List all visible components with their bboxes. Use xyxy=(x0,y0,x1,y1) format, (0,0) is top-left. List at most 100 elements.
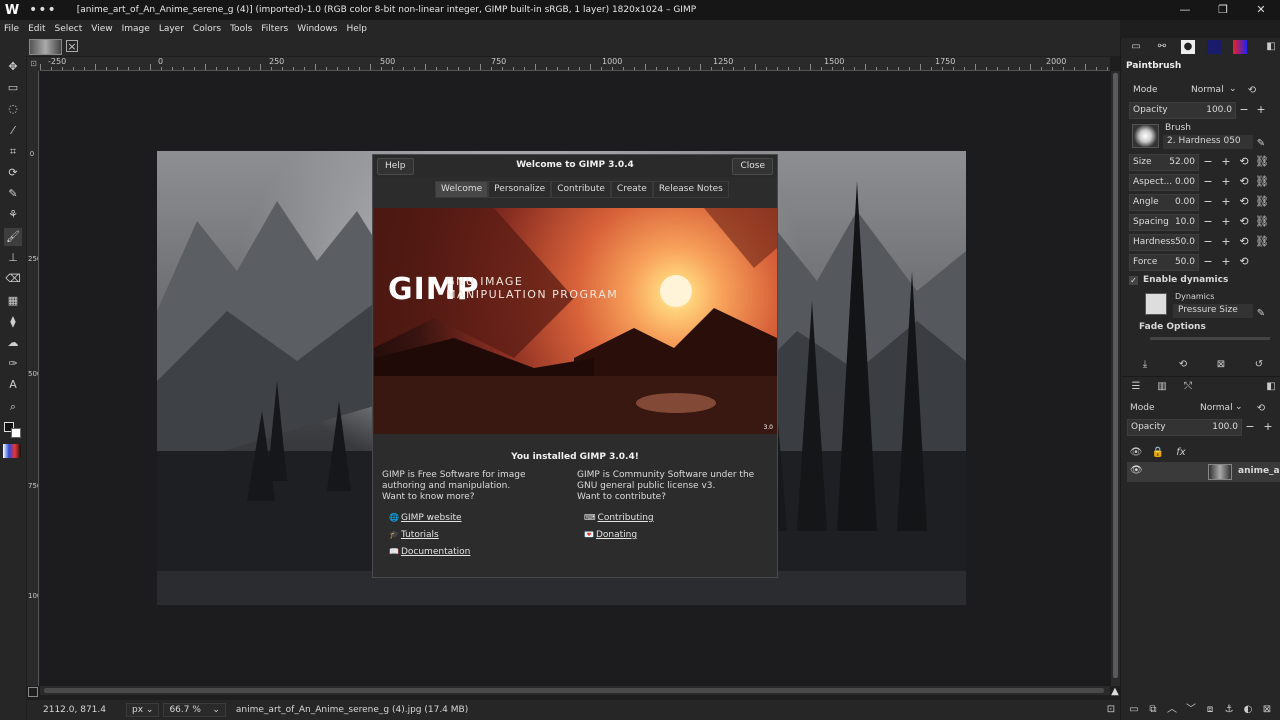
layers-tab-icon[interactable]: ☰ xyxy=(1129,380,1143,394)
fonts-tab-icon[interactable] xyxy=(1233,40,1247,54)
move-tool-icon[interactable]: ✥ xyxy=(4,58,22,76)
paintbrush-tool-icon[interactable]: 🖌 xyxy=(4,228,22,246)
layer-mode-reset-icon[interactable]: ⟲ xyxy=(1254,402,1268,416)
brush-preview[interactable] xyxy=(1132,124,1159,148)
visibility-header-icon[interactable]: 👁 xyxy=(1129,446,1143,460)
size-reset-icon[interactable]: ⟲ xyxy=(1238,155,1250,169)
close-dialog-button[interactable]: Close xyxy=(732,158,773,175)
zoom-tool-icon[interactable]: ⌕ xyxy=(4,398,22,416)
rect-select-tool-icon[interactable]: ▭ xyxy=(4,79,22,97)
reset-options-icon[interactable]: ↺ xyxy=(1252,358,1266,372)
angle-plus-icon[interactable]: + xyxy=(1220,195,1232,209)
anchor-layer-icon[interactable]: ⚓ xyxy=(1222,703,1236,717)
force-plus-icon[interactable]: + xyxy=(1220,255,1232,269)
brushes-tab-icon[interactable]: ● xyxy=(1181,40,1195,54)
background-color-swatch[interactable] xyxy=(11,428,21,438)
lasso-tool-icon[interactable]: ◌ xyxy=(4,100,22,118)
image-tab-thumbnail[interactable] xyxy=(29,39,62,55)
channels-tab-icon[interactable]: ▥ xyxy=(1155,380,1169,394)
contributing-link[interactable]: ⌨ Contributing xyxy=(584,513,654,523)
gradient-tool-icon[interactable]: ▦ xyxy=(4,292,22,310)
zoom-selector[interactable]: 66.7 % ⌄ xyxy=(163,703,226,717)
aspect-plus-icon[interactable]: + xyxy=(1220,175,1232,189)
menu-windows[interactable]: Windows xyxy=(297,24,337,34)
tab-release-notes[interactable]: Release Notes xyxy=(652,181,729,198)
new-layer-group-icon[interactable]: ▭ xyxy=(1127,703,1141,717)
minimize-button[interactable]: — xyxy=(1166,0,1204,20)
duplicate-layer-icon[interactable]: ⧈ xyxy=(1203,703,1217,717)
maximize-button[interactable]: ❐ xyxy=(1204,0,1242,20)
spacing-reset-icon[interactable]: ⟲ xyxy=(1238,215,1250,229)
layer-opacity-plus-icon[interactable]: + xyxy=(1262,420,1274,434)
spacing-plus-icon[interactable]: + xyxy=(1220,215,1232,229)
restore-options-icon[interactable]: ⟲ xyxy=(1176,358,1190,372)
delete-layer-icon[interactable]: ⊠ xyxy=(1260,703,1274,717)
dynamics-preview[interactable] xyxy=(1145,293,1167,315)
tool-options-tab-icon[interactable]: ▭ xyxy=(1129,40,1143,54)
tab-contribute[interactable]: Contribute xyxy=(551,181,611,198)
transform-tool-icon[interactable]: ⟳ xyxy=(4,164,22,182)
hardness-reset-icon[interactable]: ⟲ xyxy=(1238,235,1250,249)
layer-opacity-minus-icon[interactable]: − xyxy=(1244,420,1256,434)
hardness-minus-icon[interactable]: − xyxy=(1202,235,1214,249)
spacing-slider[interactable]: Spacing 10.0 xyxy=(1129,214,1199,231)
image-fit-icon[interactable]: ⊡ xyxy=(1104,703,1118,717)
tab-personalize[interactable]: Personalize xyxy=(488,181,552,198)
menu-layer[interactable]: Layer xyxy=(159,24,184,34)
raise-layer-icon[interactable]: ︿ xyxy=(1165,703,1179,717)
fuzzy-select-tool-icon[interactable]: ⁄ xyxy=(4,122,22,140)
donating-link[interactable]: 💌 Donating xyxy=(584,530,637,540)
force-slider[interactable]: Force 50.0 xyxy=(1129,254,1199,271)
aspect-link-icon[interactable]: ⛓ xyxy=(1255,175,1269,189)
layer-row[interactable]: 👁 anime_ar xyxy=(1127,462,1280,482)
spacing-link-icon[interactable]: ⛓ xyxy=(1255,215,1269,229)
menu-colors[interactable]: Colors xyxy=(193,24,221,34)
unit-selector[interactable]: px ⌄ xyxy=(125,703,160,717)
menu-view[interactable]: View xyxy=(91,24,112,34)
layer-mode-row[interactable]: Mode Normal ⌄ xyxy=(1127,401,1247,417)
aspect-slider[interactable]: Aspect... 0.00 xyxy=(1129,174,1199,191)
smudge-tool-icon[interactable]: ☁ xyxy=(4,334,22,352)
force-reset-icon[interactable]: ⟲ xyxy=(1238,255,1250,269)
size-minus-icon[interactable]: − xyxy=(1202,155,1214,169)
opacity-plus-icon[interactable]: + xyxy=(1255,103,1267,117)
save-options-icon[interactable]: ⤓ xyxy=(1138,358,1152,372)
text-tool-icon[interactable]: A xyxy=(4,376,22,394)
layer-visibility-eye-icon[interactable]: 👁 xyxy=(1130,465,1143,476)
patterns-tab-icon[interactable] xyxy=(1207,40,1221,54)
aspect-reset-icon[interactable]: ⟲ xyxy=(1238,175,1250,189)
close-image-tab-icon[interactable]: × xyxy=(66,40,78,53)
angle-minus-icon[interactable]: − xyxy=(1202,195,1214,209)
size-slider[interactable]: Size 52.00 xyxy=(1129,154,1199,171)
paths-tab-icon[interactable]: ⤲ xyxy=(1181,380,1195,394)
layer-mask-icon[interactable]: ◐ xyxy=(1241,703,1255,717)
opacity-minus-icon[interactable]: − xyxy=(1238,103,1250,117)
close-window-button[interactable]: ✕ xyxy=(1242,0,1280,20)
clone-tool-icon[interactable]: ⊥ xyxy=(4,249,22,267)
color-mode-icon[interactable] xyxy=(3,444,21,458)
menu-file[interactable]: File xyxy=(4,24,19,34)
lock-icon[interactable]: 🔒 xyxy=(1151,446,1165,460)
delete-options-icon[interactable]: ⊠ xyxy=(1214,358,1228,372)
dynamics-name-field[interactable]: Pressure Size xyxy=(1173,304,1253,318)
navigate-icon[interactable]: ▲ xyxy=(1110,686,1120,700)
spacing-minus-icon[interactable]: − xyxy=(1202,215,1214,229)
hardness-slider[interactable]: Hardness 50.0 xyxy=(1129,234,1199,251)
configure-layers-tab-icon[interactable]: ◧ xyxy=(1264,380,1278,394)
menu-select[interactable]: Select xyxy=(55,24,83,34)
gimp-website-link[interactable]: 🌐 GIMP website xyxy=(389,513,462,523)
menu-image[interactable]: Image xyxy=(122,24,150,34)
angle-reset-icon[interactable]: ⟲ xyxy=(1238,195,1250,209)
lower-layer-icon[interactable]: ﹀ xyxy=(1184,703,1198,717)
force-minus-icon[interactable]: − xyxy=(1202,255,1214,269)
tab-create[interactable]: Create xyxy=(610,181,653,198)
ink-tool-icon[interactable]: ⧫ xyxy=(4,313,22,331)
device-status-tab-icon[interactable]: ⚯ xyxy=(1155,40,1169,54)
size-link-icon[interactable]: ⛓ xyxy=(1255,155,1269,169)
tool-options-scroll[interactable] xyxy=(1150,337,1270,340)
menu-edit[interactable]: Edit xyxy=(28,24,45,34)
menu-filters[interactable]: Filters xyxy=(261,24,288,34)
enable-dynamics-checkbox[interactable]: ✓ xyxy=(1129,276,1138,285)
edit-dynamics-icon[interactable]: ✎ xyxy=(1254,307,1268,321)
window-menu-dots[interactable]: ••• xyxy=(29,2,57,18)
